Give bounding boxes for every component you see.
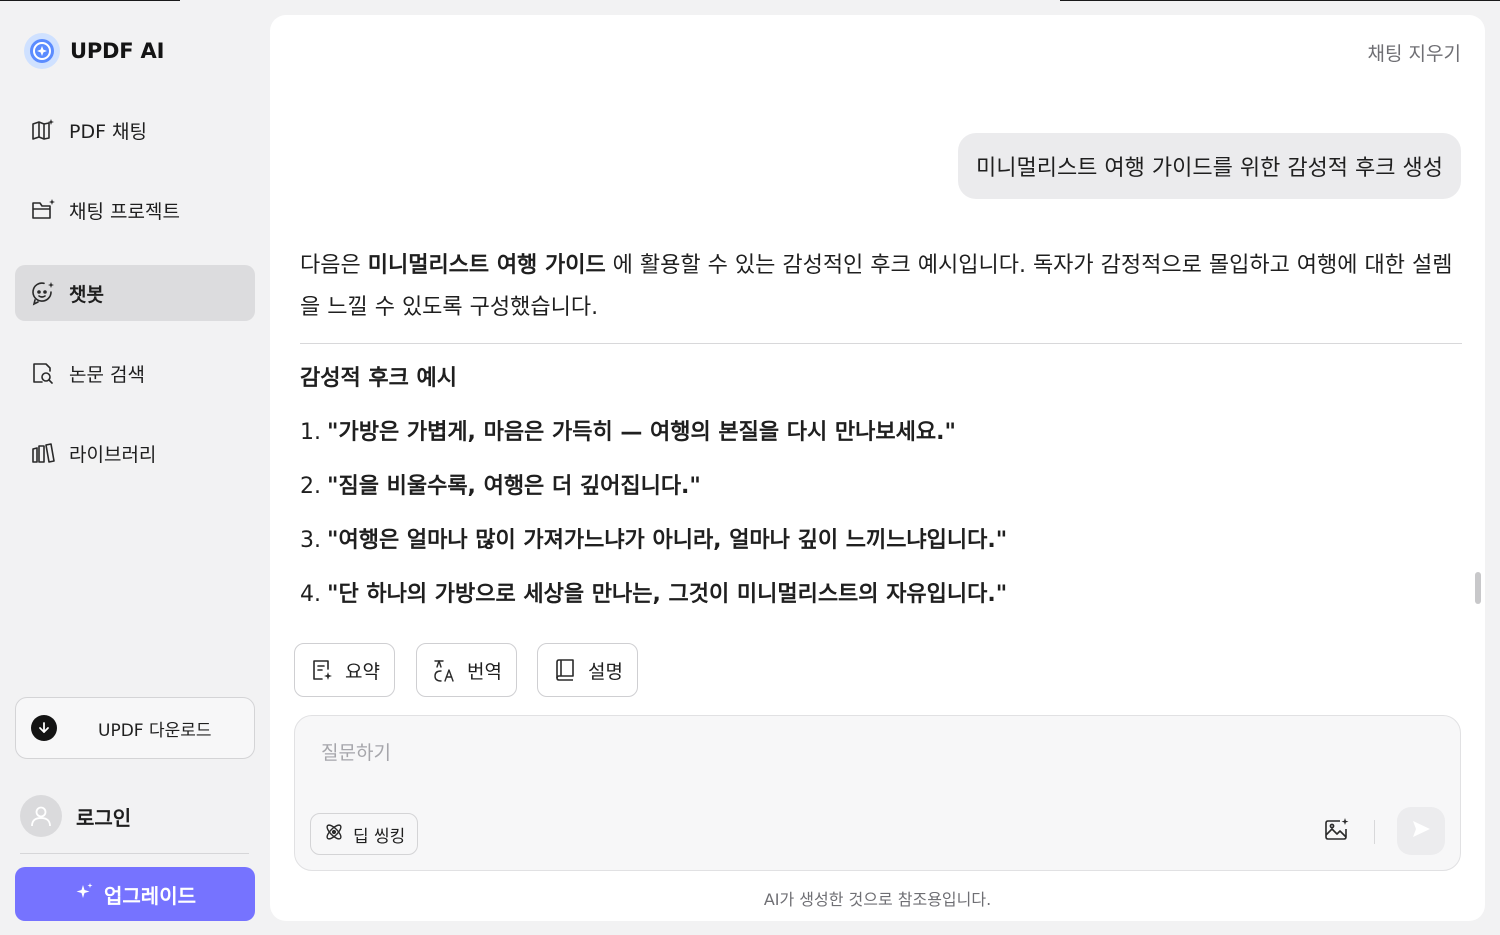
summary-icon (309, 657, 335, 683)
list-item-text: "여행은 얼마나 많이 가져가느냐가 아니라, 얼마나 깊이 느끼느냐입니다." (327, 528, 1008, 553)
brand-name: UPDF AI (70, 39, 165, 63)
upgrade-button[interactable]: 업그레이드 (15, 867, 255, 921)
user-message-bubble: 미니멀리스트 여행 가이드를 위한 감성적 후크 생성 (957, 133, 1461, 199)
deep-thinking-button[interactable]: 딥 씽킹 (310, 813, 419, 855)
sidebar-item-label: 논문 검색 (69, 363, 145, 386)
book-sparkle-icon (29, 116, 57, 144)
list-item: 4. "단 하나의 가방으로 세상을 만나는, 그것이 미니멀리스트의 자유입니다… (300, 576, 1007, 608)
sidebar-item-label: 채팅 프로젝트 (69, 200, 180, 223)
explain-button[interactable]: 설명 (537, 643, 638, 697)
question-input[interactable] (319, 736, 1323, 770)
list-item-text: "단 하나의 가방으로 세상을 만나는, 그것이 미니멀리스트의 자유입니다." (327, 582, 1008, 607)
sparkle-icon (74, 882, 94, 906)
answer-divider (300, 343, 1462, 344)
send-button[interactable] (1397, 807, 1445, 855)
summary-button[interactable]: 요약 (294, 643, 395, 697)
chatbot-icon (29, 279, 57, 307)
translate-button[interactable]: 번역 (416, 643, 517, 697)
list-item-number: 2. (300, 474, 321, 499)
list-item: 1. "가방은 가볍게, 마음은 가득히 — 여행의 본질을 다시 만나보세요." (300, 414, 956, 446)
send-icon (1410, 818, 1432, 844)
download-button[interactable]: UPDF 다운로드 (15, 697, 255, 759)
upgrade-label: 업그레이드 (104, 883, 196, 908)
composer: 딥 씽킹 (294, 715, 1461, 871)
sidebar-item-paper-search[interactable]: 논문 검색 (15, 345, 255, 401)
image-sparkle-icon (1323, 816, 1351, 848)
explain-label: 설명 (588, 660, 623, 683)
sidebar-item-chatbot[interactable]: 챗봇 (15, 265, 255, 321)
ai-disclaimer: AI가 생성한 것으로 참조용입니다. (763, 890, 992, 909)
atom-icon (323, 821, 345, 847)
answer-text-pre: 다음은 (300, 253, 368, 278)
translate-icon (431, 657, 457, 683)
updf-logo-icon (24, 33, 60, 69)
answer-text-bold: 미니멀리스트 여행 가이드 (367, 253, 606, 278)
book-icon (552, 657, 578, 683)
document-search-icon (29, 359, 57, 387)
library-icon (29, 439, 57, 467)
sidebar-item-label: 라이브러리 (69, 443, 157, 466)
translate-label: 번역 (467, 660, 502, 683)
sidebar: UPDF AI PDF 채팅 채팅 프로젝트 챗봇 논문 검색 라이브러리 UP… (0, 0, 270, 935)
assistant-answer-intro: 다음은 미니멀리스트 여행 가이드 에 활용할 수 있는 감성적인 후크 예시입… (300, 245, 1462, 329)
clear-chat-button[interactable]: 채팅 지우기 (1368, 39, 1461, 66)
chat-panel: 채팅 지우기 미니멀리스트 여행 가이드를 위한 감성적 후크 생성 다음은 미… (270, 15, 1485, 921)
list-item: 2. "짐을 비울수록, 여행은 더 깊어집니다." (300, 468, 701, 500)
download-icon (31, 715, 57, 741)
composer-divider (1374, 820, 1375, 844)
sidebar-item-label: PDF 채팅 (69, 120, 148, 143)
list-item-text: "가방은 가볍게, 마음은 가득히 — 여행의 본질을 다시 만나보세요." (327, 420, 956, 445)
list-item: 3. "여행은 얼마나 많이 가져가느냐가 아니라, 얼마나 깊이 느끼느냐입니다… (300, 522, 1007, 554)
sidebar-item-chat-project[interactable]: 채팅 프로젝트 (15, 182, 255, 238)
section-title: 감성적 후크 예시 (300, 366, 457, 391)
list-item-number: 4. (300, 582, 321, 607)
sidebar-item-pdf-chat[interactable]: PDF 채팅 (15, 102, 255, 158)
download-label: UPDF 다운로드 (98, 720, 212, 741)
image-upload-button[interactable] (1321, 816, 1353, 848)
sidebar-item-library[interactable]: 라이브러리 (15, 425, 255, 481)
list-item-number: 3. (300, 528, 321, 553)
deep-thinking-label: 딥 씽킹 (353, 826, 406, 847)
scrollbar-thumb[interactable] (1475, 572, 1481, 604)
summary-label: 요약 (345, 660, 380, 683)
user-avatar-icon (20, 795, 62, 837)
brand[interactable]: UPDF AI (24, 33, 164, 69)
login-label: 로그인 (76, 805, 132, 830)
login-button[interactable]: 로그인 (20, 795, 131, 837)
sidebar-item-label: 챗봇 (69, 283, 104, 306)
window-top-gap (180, 0, 1060, 1)
folder-sparkle-icon (29, 196, 57, 224)
list-item-number: 1. (300, 420, 321, 445)
sidebar-divider (20, 853, 249, 854)
list-item-text: "짐을 비울수록, 여행은 더 깊어집니다." (327, 474, 701, 499)
